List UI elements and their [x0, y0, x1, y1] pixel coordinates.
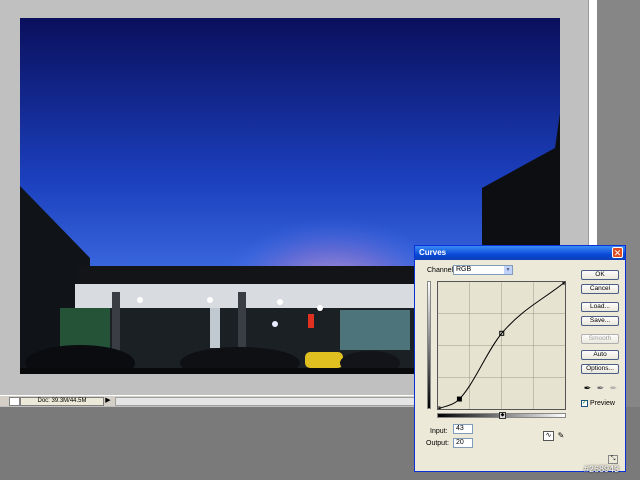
channel-label: Channel:: [427, 267, 456, 274]
input-field[interactable]: 43: [453, 424, 473, 434]
ok-button[interactable]: OK: [581, 270, 619, 280]
white-eyedropper-icon[interactable]: ✒: [609, 383, 618, 393]
curve-tool-icon[interactable]: ∿: [543, 431, 554, 441]
gray-eyedropper-icon[interactable]: ✒: [596, 383, 605, 393]
output-label: Output:: [426, 440, 449, 447]
preview-label: Preview: [590, 400, 615, 407]
chevron-down-icon[interactable]: ▼: [504, 266, 512, 274]
curve-control-point[interactable]: [456, 396, 462, 402]
watermark-text: #268943: [584, 464, 620, 474]
output-field[interactable]: 20: [453, 438, 473, 448]
curves-dialog: Curves ✕ Channel: RGB ▼ ◆ Input: 43 Outp…: [414, 245, 626, 472]
curve-plot[interactable]: [438, 282, 565, 409]
load-button[interactable]: Load...: [581, 302, 619, 312]
zoom-field[interactable]: [9, 397, 20, 406]
horizontal-scrollbar[interactable]: [115, 397, 437, 406]
pencil-tool-icon[interactable]: ✎: [556, 431, 566, 441]
output-gradient-bar: [427, 281, 431, 409]
dialog-title: Curves: [419, 248, 447, 257]
resize-icon[interactable]: ⤡: [608, 455, 618, 464]
smooth-button[interactable]: Smooth: [581, 334, 619, 344]
channel-select[interactable]: RGB ▼: [453, 265, 513, 275]
gradient-toggle-icon[interactable]: ◆: [499, 412, 506, 419]
preview-checkbox[interactable]: ✓: [581, 400, 588, 407]
input-label: Input:: [430, 428, 448, 435]
status-bar: Doc: 39.3M/44.5M ▶: [0, 395, 440, 406]
status-menu-arrow-icon[interactable]: ▶: [104, 397, 112, 405]
save-button[interactable]: Save...: [581, 316, 619, 326]
auto-button[interactable]: Auto: [581, 350, 619, 360]
close-icon[interactable]: ✕: [612, 247, 623, 258]
options-button[interactable]: Options...: [581, 364, 619, 374]
channel-value: RGB: [456, 266, 472, 273]
curve-graph[interactable]: [437, 281, 566, 410]
doc-info-text: Doc: 39.3M/44.5M: [20, 397, 104, 406]
black-eyedropper-icon[interactable]: ✒: [583, 383, 592, 393]
dialog-title-bar[interactable]: Curves ✕: [415, 246, 625, 260]
cancel-button[interactable]: Cancel: [581, 284, 619, 294]
